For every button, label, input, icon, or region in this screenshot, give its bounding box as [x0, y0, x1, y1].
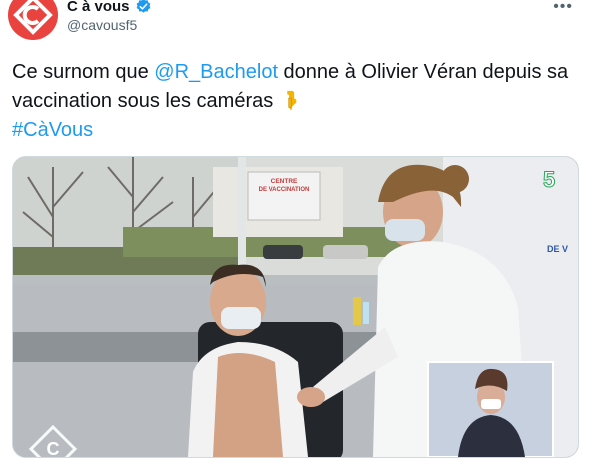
tweet-text: Ce surnom que @R_Bachelot donne à Olivie…	[12, 58, 582, 145]
cavous-logo-icon	[13, 0, 53, 35]
watermark-text: C	[47, 439, 60, 457]
car	[323, 245, 368, 259]
bottle	[353, 297, 361, 325]
sign-line1: CENTRE	[271, 178, 298, 185]
avatar[interactable]	[8, 0, 58, 40]
pointing-down-emoji-icon	[287, 90, 297, 110]
inset-person-mask	[481, 399, 501, 409]
name-row: C à vous	[67, 0, 152, 15]
more-options-icon[interactable]: •••	[553, 0, 573, 16]
sign-line2: DE VACCINATION	[259, 187, 310, 193]
window-frame	[238, 157, 246, 282]
channel-badge: 5	[543, 167, 555, 192]
patient-chest	[213, 353, 283, 457]
display-name[interactable]: C à vous	[67, 0, 130, 15]
hashtag-link[interactable]: #CàVous	[12, 119, 93, 141]
account-handle[interactable]: @cavousf5	[67, 17, 137, 33]
mention-link[interactable]: @R_Bachelot	[154, 61, 278, 83]
tweet-text-part1: Ce surnom que	[12, 61, 155, 83]
wall-text: DE V	[547, 244, 568, 254]
nurse-hand	[297, 387, 325, 407]
car	[263, 245, 303, 259]
verified-badge-icon	[136, 0, 150, 13]
nurse-bun	[441, 165, 469, 193]
nurse-mask	[385, 219, 425, 241]
patient-mask	[221, 307, 261, 329]
tweet-video[interactable]: CENTRE DE VACCINATION DE V 5 C	[12, 156, 579, 458]
bottle	[363, 302, 369, 324]
